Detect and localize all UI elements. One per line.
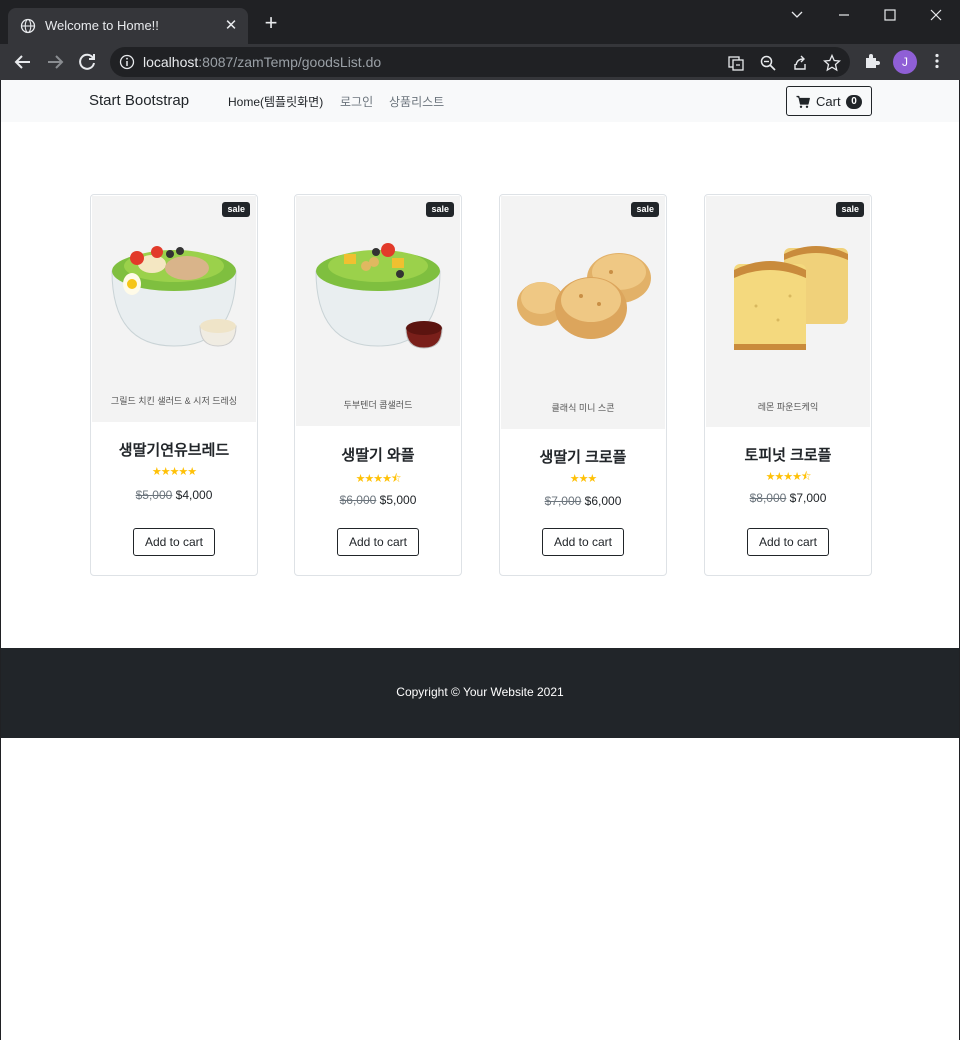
profile-avatar[interactable]: J	[893, 50, 917, 74]
image-caption: 두부텐더 콥샐러드	[343, 400, 413, 410]
sale-badge: sale	[836, 202, 864, 217]
tab-close-icon[interactable]: ✕	[222, 17, 240, 35]
sale-price: $4,000	[175, 488, 213, 502]
url-path: :8087/zamTemp/goodsList.do	[198, 54, 382, 70]
product-price: $7,000 $6,000	[500, 494, 666, 508]
product-card: sale 클래식 미니 스콘 생딸기 크로플 ★★★ $7,000 $6,000…	[499, 194, 667, 576]
sale-price: $6,000	[584, 494, 622, 508]
info-icon[interactable]	[119, 54, 135, 70]
nav-link-home[interactable]: Home(템플릿화면)	[228, 93, 323, 110]
nav-link-login[interactable]: 로그인	[340, 93, 373, 110]
product-price: $6,000 $5,000	[295, 493, 461, 507]
scone-image	[517, 253, 651, 339]
tab-search-icon[interactable]	[774, 0, 820, 30]
product-image: sale 두부텐더 콥샐러드	[296, 196, 460, 426]
minimize-icon[interactable]	[821, 0, 867, 30]
product-image: sale 클래식 미니 스콘	[501, 196, 665, 429]
image-caption: 레몬 파운드케익	[757, 402, 819, 412]
top-navbar: Start Bootstrap Home(템플릿화면) 로그인 상품리스트 Ca…	[1, 80, 959, 122]
sale-badge: sale	[222, 202, 250, 217]
url-host: localhost	[143, 54, 199, 70]
forward-arrow-icon[interactable]	[42, 49, 68, 75]
copyright-text: Copyright © Your Website 2021	[396, 685, 564, 699]
product-name: 토피넛 크로플	[744, 447, 832, 464]
add-to-cart-button[interactable]: Add to cart	[747, 528, 829, 556]
star-rating: ★★★	[569, 473, 598, 485]
close-window-icon[interactable]	[913, 0, 959, 30]
browser-tab-strip: Welcome to Home!! ✕ +	[0, 0, 960, 44]
product-price: $8,000 $7,000	[705, 491, 871, 505]
product-image: sale 레몬 파운드케익	[706, 196, 870, 427]
cart-button[interactable]: Cart 0	[786, 86, 872, 116]
back-arrow-icon[interactable]	[10, 49, 36, 75]
extensions-icon[interactable]	[863, 52, 881, 70]
address-bar[interactable]: localhost:8087/zamTemp/goodsList.do	[110, 47, 850, 77]
maximize-icon[interactable]	[867, 0, 913, 30]
star-rating: ★★★★⯪	[355, 473, 402, 485]
image-caption: 클래식 미니 스콘	[551, 403, 615, 413]
url-text: localhost:8087/zamTemp/goodsList.do	[143, 54, 381, 70]
zoom-out-icon[interactable]	[759, 54, 777, 72]
product-image: sale 그릴드 치킨 샐러드 & 시저 드레싱	[92, 196, 256, 422]
product-card: sale 그릴드 치킨 샐러드 & 시저 드레싱 생딸기연유브레드 ★★★★★ …	[90, 194, 258, 576]
pound-cake-image	[734, 246, 848, 350]
product-name: 생딸기연유브레드	[118, 442, 230, 459]
old-price: $7,000	[544, 494, 582, 508]
bookmark-star-icon[interactable]	[823, 54, 841, 72]
cart-icon	[796, 95, 810, 108]
browser-toolbar: localhost:8087/zamTemp/goodsList.do J	[0, 44, 960, 80]
cart-label: Cart	[816, 94, 841, 109]
sale-badge: sale	[631, 202, 659, 217]
image-caption: 그릴드 치킨 샐러드 & 시저 드레싱	[110, 396, 238, 406]
share-icon[interactable]	[791, 54, 809, 72]
salad-image	[111, 246, 237, 347]
star-rating: ★★★★⯪	[765, 471, 812, 483]
sale-price: $5,000	[379, 493, 417, 507]
browser-tab[interactable]: Welcome to Home!! ✕	[8, 8, 248, 44]
navbar-brand[interactable]: Start Bootstrap	[89, 92, 189, 109]
page-content: Start Bootstrap Home(템플릿화면) 로그인 상품리스트 Ca…	[0, 80, 960, 1040]
tab-title: Welcome to Home!!	[45, 18, 159, 33]
star-rating: ★★★★★	[151, 466, 197, 478]
product-card: sale 레몬 파운드케익 토피넛 크로플 ★★★★⯪ $8,000 $7,00…	[704, 194, 872, 576]
salad-image	[315, 243, 443, 349]
sale-badge: sale	[426, 202, 454, 217]
add-to-cart-button[interactable]: Add to cart	[337, 528, 419, 556]
page-footer: Copyright © Your Website 2021	[1, 648, 959, 738]
translate-icon[interactable]	[727, 54, 745, 72]
product-price: $5,000 $4,000	[91, 488, 257, 502]
product-name: 생딸기 크로플	[539, 449, 627, 466]
sale-price: $7,000	[789, 491, 827, 505]
nav-link-products[interactable]: 상품리스트	[389, 93, 444, 110]
reload-icon[interactable]	[74, 49, 100, 75]
old-price: $8,000	[749, 491, 787, 505]
old-price: $6,000	[339, 493, 377, 507]
menu-dots-icon[interactable]	[928, 52, 946, 70]
product-name: 생딸기 와플	[341, 447, 415, 464]
product-card: sale 두부텐더 콥샐러드 생딸기 와플 ★★★★⯪ $6,000 $5,00…	[294, 194, 462, 576]
old-price: $5,000	[135, 488, 173, 502]
add-to-cart-button[interactable]: Add to cart	[542, 528, 624, 556]
globe-icon	[20, 18, 36, 34]
new-tab-button[interactable]: +	[260, 12, 282, 35]
cart-count-badge: 0	[846, 95, 862, 109]
add-to-cart-button[interactable]: Add to cart	[133, 528, 215, 556]
